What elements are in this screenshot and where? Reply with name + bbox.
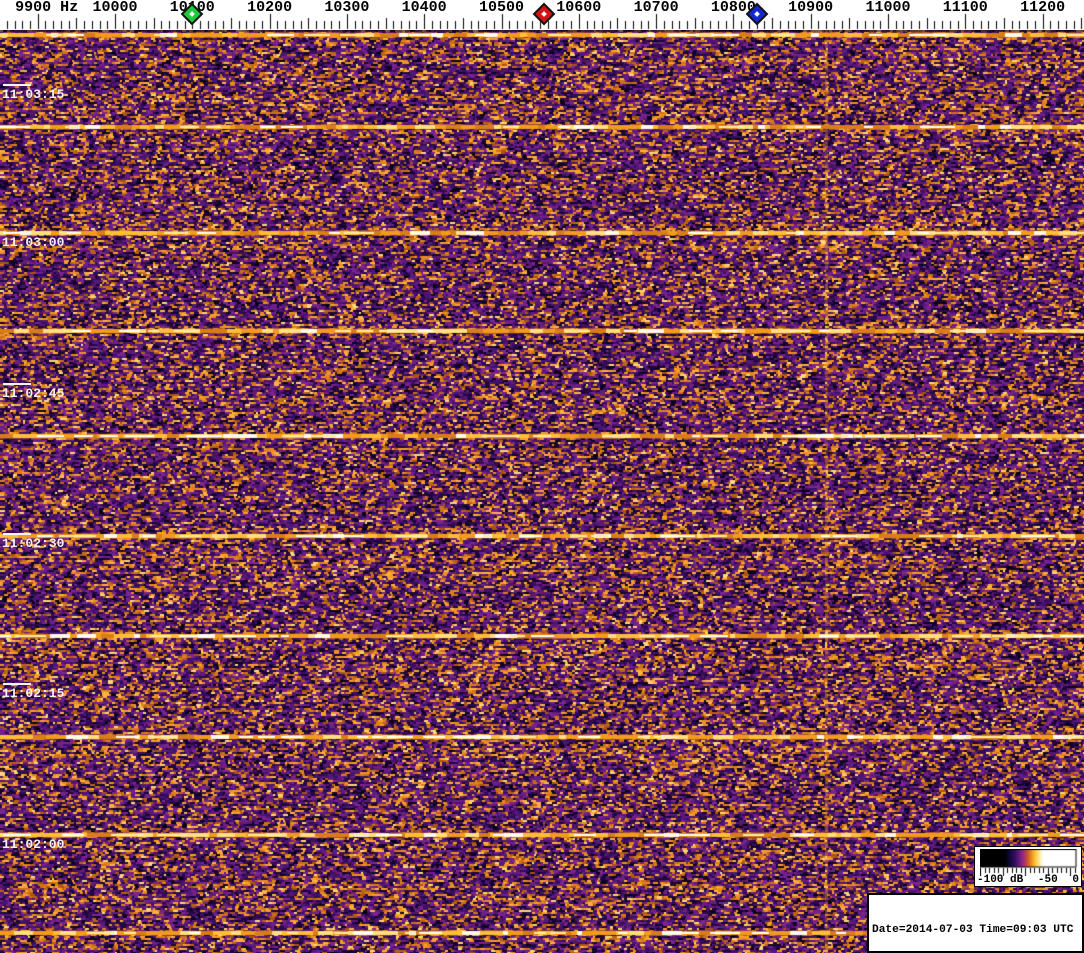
time-label: 11:03:15	[2, 87, 65, 102]
freq-tick-label: 10700	[633, 0, 679, 16]
time-tick	[3, 84, 31, 86]
time-label: 11:02:00	[2, 837, 65, 852]
freq-tick-label: 10200	[247, 0, 293, 16]
colorbar-label-mid: -50	[1037, 874, 1058, 886]
spectrogram-waterfall[interactable]	[0, 30, 1084, 953]
freq-tick-label: 10000	[92, 0, 138, 16]
freq-tick-label: 10400	[401, 0, 447, 16]
time-label: 11:02:30	[2, 536, 65, 551]
colorbar-label-min: -100 dB	[977, 874, 1024, 886]
colorbar-labels: -100 dB -50 0	[977, 874, 1079, 886]
freq-tick-label: 10900	[788, 0, 834, 16]
time-label: 11:02:15	[2, 686, 65, 701]
freq-tick-label: 10500	[478, 0, 525, 16]
info-box: Date=2014-07-03 Time=09:03 UTC Freq=143 …	[867, 893, 1084, 953]
time-tick	[3, 533, 31, 535]
freq-tick-label: 10300	[324, 0, 370, 16]
spectrogram-window: 9900 Hz100001010010200103001040010500106…	[0, 0, 1084, 953]
freq-tick-label: 10600	[556, 0, 602, 16]
colorbar-legend: -100 dB -50 0	[974, 846, 1082, 887]
time-tick	[3, 834, 31, 836]
freq-tick-label: 9900 Hz	[15, 0, 79, 16]
info-line-date-time: Date=2014-07-03 Time=09:03 UTC	[872, 923, 1074, 936]
marker-center-dot	[753, 11, 760, 17]
colorbar-gradient	[980, 849, 1078, 876]
marker-center-dot	[189, 11, 196, 17]
colorbar-label-max: 0	[1072, 874, 1079, 886]
time-tick	[3, 383, 31, 385]
time-label: 11:02:45	[2, 386, 65, 401]
time-tick	[3, 683, 31, 685]
freq-tick-label: 11000	[865, 0, 911, 16]
marker-center-dot	[541, 11, 547, 17]
freq-tick-label: 11200	[1020, 0, 1066, 16]
time-tick	[3, 232, 31, 234]
time-label: 11:03:00	[2, 235, 65, 250]
freq-tick-label: 11100	[942, 0, 988, 16]
